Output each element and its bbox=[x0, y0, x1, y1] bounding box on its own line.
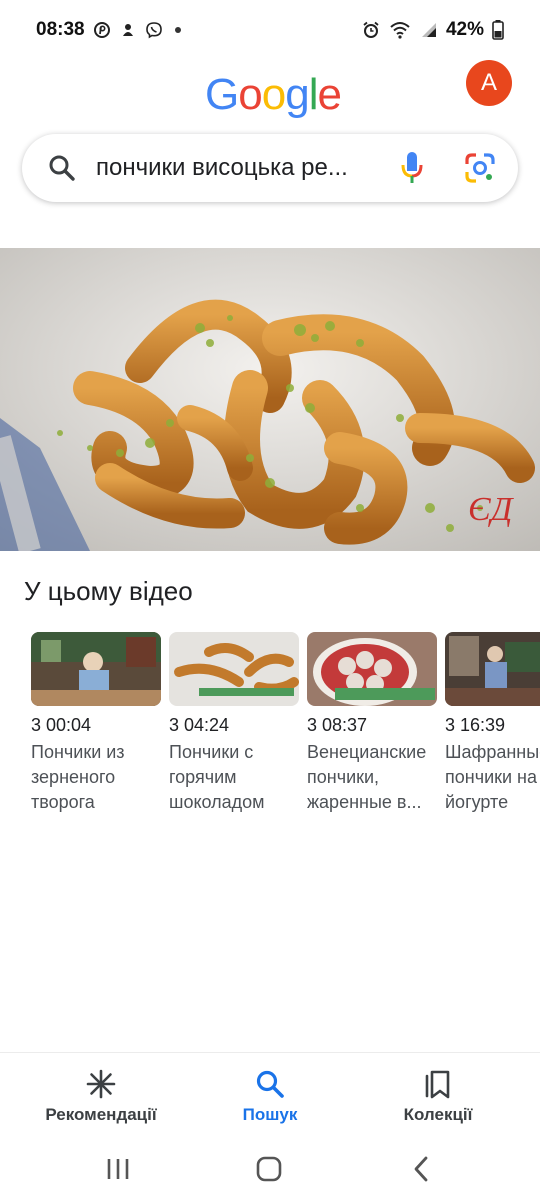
logo-letter: l bbox=[308, 70, 319, 119]
nav-item-collections[interactable]: Колекції bbox=[348, 1067, 528, 1125]
video-moment[interactable]: 3 00:04 Пончики из зерненого творога bbox=[31, 632, 161, 815]
moment-title-line: шоколадом bbox=[169, 792, 265, 812]
moment-title-line: Венецианские bbox=[307, 742, 427, 762]
system-navigation-bar bbox=[0, 1140, 540, 1200]
status-bar: 08:38 42% bbox=[0, 0, 540, 60]
wifi-icon bbox=[388, 21, 412, 39]
section-title-in-this-video: У цьому відео bbox=[24, 576, 193, 606]
moment-title-line: Пончики из bbox=[31, 742, 125, 762]
moment-title: Венецианские пончики, жаренные в... bbox=[307, 740, 437, 815]
search-query[interactable]: пончики висоцька ре... bbox=[96, 154, 392, 182]
moment-title-line: жаренные в... bbox=[307, 792, 422, 812]
moment-title: Пончики с горячим шоколадом bbox=[169, 740, 299, 815]
notification-icon bbox=[119, 21, 137, 39]
logo-letter: e bbox=[317, 70, 342, 119]
search-icon bbox=[253, 1067, 287, 1101]
moment-timestamp: 3 08:37 bbox=[307, 715, 368, 735]
battery-icon bbox=[492, 20, 504, 40]
moment-title: Шафранные пончики на йогурте bbox=[445, 740, 540, 815]
logo-letter: o bbox=[238, 70, 263, 119]
nav-label: Рекомендації bbox=[45, 1105, 157, 1124]
moment-thumbnail bbox=[169, 632, 299, 706]
status-left: 08:38 bbox=[36, 19, 181, 41]
moment-thumbnail bbox=[31, 632, 161, 706]
viber-icon bbox=[145, 21, 163, 39]
search-box[interactable]: пончики висоцька ре... bbox=[22, 134, 518, 202]
video-moment[interactable]: 3 16:39 Шафранные пончики на йогурте bbox=[445, 632, 540, 815]
logo-letter: g bbox=[285, 70, 310, 119]
more-notifications-dot bbox=[174, 27, 181, 33]
asterisk-icon bbox=[84, 1067, 118, 1101]
donuts-image: ЄД bbox=[0, 248, 540, 551]
moment-title-line: горячим bbox=[169, 767, 237, 787]
moment-title-line: йогурте bbox=[445, 792, 509, 812]
moment-thumbnail bbox=[307, 632, 437, 706]
battery-percent: 42% bbox=[445, 19, 484, 40]
back-icon[interactable] bbox=[406, 1154, 436, 1184]
moment-title-line: Шафранные bbox=[445, 742, 540, 762]
account-avatar[interactable]: A bbox=[466, 60, 512, 106]
bottom-navigation: Рекомендації Пошук Колекції bbox=[0, 1052, 540, 1140]
video-thumbnail-hero[interactable]: ЄД bbox=[0, 248, 540, 551]
moment-title-line: Пончики с bbox=[169, 742, 254, 762]
nav-label: Пошук bbox=[242, 1105, 298, 1124]
watermark: ЄД bbox=[468, 491, 515, 528]
home-icon[interactable] bbox=[254, 1154, 284, 1184]
nav-label: Колекції bbox=[403, 1105, 473, 1124]
app-header: Google A bbox=[0, 60, 540, 132]
recent-apps-icon[interactable] bbox=[103, 1154, 133, 1184]
moment-title-line: творога bbox=[31, 792, 95, 812]
nav-item-search[interactable]: Пошук bbox=[180, 1067, 360, 1125]
logo-letter: o bbox=[261, 70, 287, 119]
google-lens-icon[interactable] bbox=[460, 148, 500, 188]
moment-timestamp: 3 00:04 bbox=[31, 715, 92, 735]
search-icon bbox=[44, 150, 80, 186]
moment-thumbnail bbox=[445, 632, 540, 706]
logo-letter: G bbox=[205, 70, 239, 119]
video-moments-carousel[interactable]: 3 00:04 Пончики из зерненого творога 3 0… bbox=[31, 632, 540, 822]
pinterest-icon bbox=[93, 21, 111, 39]
nav-item-recommendations[interactable]: Рекомендації bbox=[11, 1067, 191, 1125]
microphone-icon[interactable] bbox=[392, 148, 432, 188]
moment-title-line: пончики на bbox=[445, 767, 538, 787]
status-time: 08:38 bbox=[36, 19, 85, 40]
collections-icon bbox=[421, 1067, 455, 1101]
alarm-icon bbox=[362, 21, 380, 39]
status-right: 42% bbox=[362, 19, 504, 41]
google-logo[interactable]: Google bbox=[205, 70, 342, 120]
moment-timestamp: 3 16:39 bbox=[445, 715, 506, 735]
video-moment[interactable]: 3 08:37 Венецианские пончики, жаренные в… bbox=[307, 632, 437, 815]
moment-title: Пончики из зерненого творога bbox=[31, 740, 161, 815]
moment-timestamp: 3 04:24 bbox=[169, 715, 230, 735]
video-moment[interactable]: 3 04:24 Пончики с горячим шоколадом bbox=[169, 632, 299, 815]
signal-icon bbox=[420, 21, 438, 39]
moment-title-line: зерненого bbox=[31, 767, 116, 787]
moment-title-line: пончики, bbox=[307, 767, 380, 787]
